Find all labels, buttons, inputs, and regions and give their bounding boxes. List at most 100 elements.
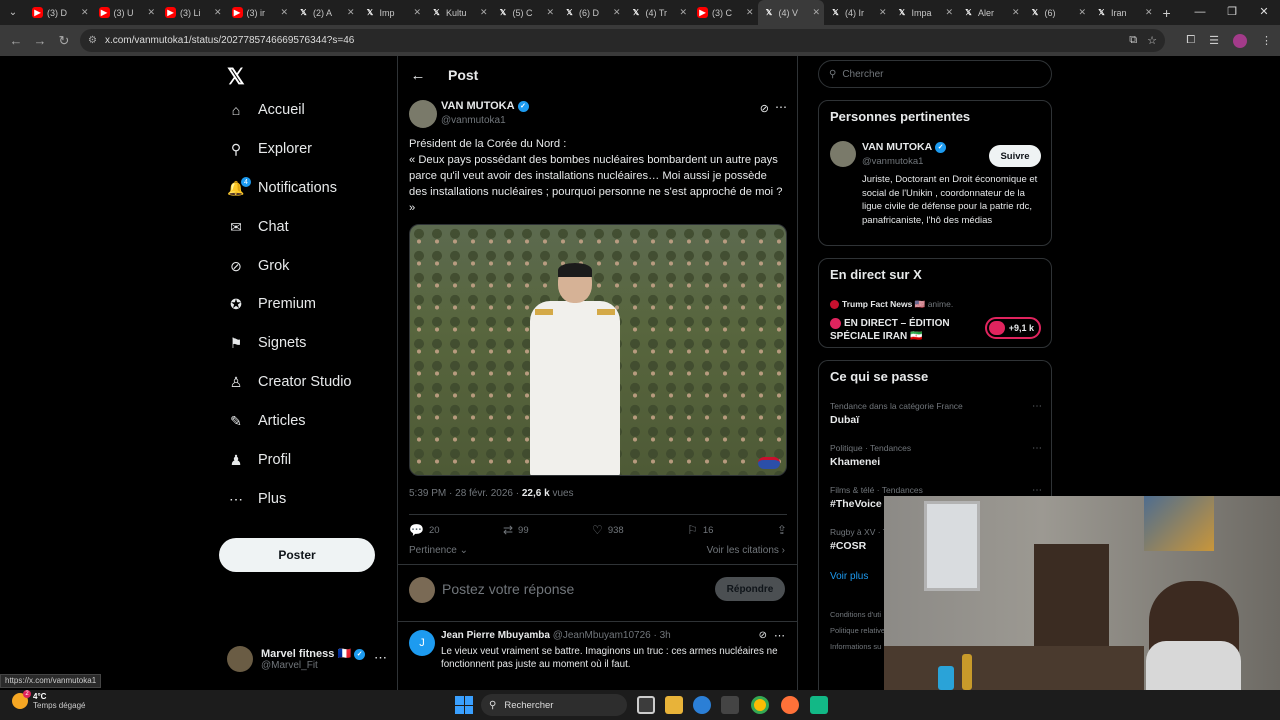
browser-tab[interactable]: ▶ (3) C ✕ [691, 0, 758, 25]
reply-submit-button[interactable]: Répondre [715, 577, 785, 601]
profile-avatar[interactable] [1233, 33, 1247, 48]
more-icon[interactable]: ⋯ [374, 650, 387, 666]
file-explorer-icon[interactable] [665, 696, 683, 714]
live-title[interactable]: EN DIRECT – ÉDITION SPÉCIALE IRAN 🇮🇷 [830, 317, 970, 343]
browser-tab[interactable]: ▶ (3) Li ✕ [159, 0, 226, 25]
bookmark-star-icon[interactable]: ☆ [1147, 34, 1157, 47]
edge-icon[interactable] [693, 696, 711, 714]
browser-tab[interactable]: 𝕏 (6) D ✕ [558, 0, 625, 25]
back-icon[interactable]: ← [4, 33, 28, 48]
x-logo-icon[interactable]: 𝕏 [227, 64, 245, 90]
more-icon[interactable]: ⋯ [1032, 401, 1042, 412]
reload-icon[interactable]: ↻ [52, 33, 76, 49]
close-tab-icon[interactable]: ✕ [147, 7, 155, 18]
tab-strip-icon[interactable]: ☰ [1209, 34, 1219, 47]
close-tab-icon[interactable]: ✕ [214, 7, 222, 18]
post-image[interactable] [409, 224, 787, 476]
sort-dropdown[interactable]: Pertinence ⌄ [409, 545, 468, 556]
account-switcher[interactable]: Marvel fitness 🇫🇷 ✓ @Marvel_Fit ⋯ [227, 642, 387, 676]
author-handle[interactable]: @vanmutoka1 [441, 115, 506, 126]
person-name[interactable]: VAN MUTOKA ✓ [862, 141, 947, 153]
footer-link[interactable]: Politique relative [830, 623, 885, 639]
bookmark-button[interactable]: ⚐ 16 [687, 523, 713, 537]
nav-item-premium[interactable]: ✪ Premium [227, 289, 316, 319]
reply-button[interactable]: 💬 20 [409, 523, 440, 537]
browser-tab[interactable]: ▶ (3) D ✕ [26, 0, 93, 25]
close-tab-icon[interactable]: ✕ [546, 7, 554, 18]
start-icon[interactable] [455, 696, 473, 714]
close-tab-icon[interactable]: ✕ [413, 7, 421, 18]
more-icon[interactable]: ⋯ [1032, 485, 1042, 496]
new-tab-button[interactable]: + [1163, 5, 1171, 21]
nav-item-profile[interactable]: ♟ Profil [227, 445, 291, 475]
close-tab-icon[interactable]: ✕ [81, 7, 89, 18]
nav-item-notifications[interactable]: 🔔 4 Notifications [227, 173, 337, 203]
restore-icon[interactable]: ❐ [1216, 0, 1248, 25]
nav-item-creator[interactable]: ♙ Creator Studio [227, 367, 352, 397]
avatar[interactable] [830, 141, 856, 167]
close-tab-icon[interactable]: ✕ [347, 7, 355, 18]
avatar[interactable] [409, 100, 437, 128]
avatar[interactable]: J [409, 630, 435, 656]
author-name[interactable]: VAN MUTOKA ✓ [441, 100, 529, 112]
close-tab-icon[interactable]: ✕ [613, 7, 621, 18]
minimize-icon[interactable]: — [1184, 0, 1216, 25]
chrome-icon[interactable] [751, 696, 769, 714]
browser-tab[interactable]: 𝕏 Kultu ✕ [425, 0, 492, 25]
url-field[interactable]: ⚙ x.com/vanmutoka1/status/20277857466695… [80, 29, 1165, 52]
share-button[interactable]: ⇪ [777, 523, 787, 537]
back-arrow-icon[interactable]: ← [400, 67, 436, 84]
browser-tab[interactable]: 𝕏 (4) Tr ✕ [625, 0, 692, 25]
search-input[interactable]: ⚲ Chercher [818, 60, 1052, 88]
task-view-icon[interactable] [637, 696, 655, 714]
grok-icon[interactable]: ⊘ [760, 102, 769, 115]
app-icon[interactable] [810, 696, 828, 714]
live-host[interactable]: Trump Fact News 🇺🇸 anime. [830, 299, 953, 310]
live-listeners-badge[interactable]: +9,1 k [985, 317, 1041, 339]
browser-tab[interactable]: 𝕏 Iran ✕ [1090, 0, 1157, 25]
like-button[interactable]: ♡ 938 [592, 523, 624, 537]
browser-tab[interactable]: 𝕏 (6) ✕ [1024, 0, 1091, 25]
follow-button[interactable]: Suivre [989, 145, 1041, 167]
footer-link[interactable]: Informations su [830, 639, 885, 655]
store-icon[interactable] [721, 696, 739, 714]
close-window-icon[interactable]: ✕ [1248, 0, 1280, 25]
trend-item[interactable]: Politique · Tendances Khamenei ⋯ [830, 443, 1042, 468]
grok-icon[interactable]: ⊘ [759, 630, 767, 641]
browser-tab[interactable]: 𝕏 (4) Ir ✕ [824, 0, 891, 25]
nav-item-articles[interactable]: ✎ Articles [227, 406, 305, 436]
browser-tab[interactable]: 𝕏 (2) A ✕ [292, 0, 359, 25]
install-app-icon[interactable]: ⧉ [1129, 34, 1137, 47]
footer-link[interactable]: Conditions d'uti [830, 607, 885, 623]
nav-item-explore[interactable]: ⚲ Explorer [227, 134, 312, 164]
view-quotes-link[interactable]: Voir les citations › [707, 545, 785, 556]
close-tab-icon[interactable]: ✕ [879, 7, 887, 18]
nav-item-grok[interactable]: ⊘ Grok [227, 251, 289, 281]
nav-item-bookmarks[interactable]: ⚑ Signets [227, 328, 307, 358]
repost-button[interactable]: ⇄ 99 [503, 523, 529, 537]
close-tab-icon[interactable]: ✕ [679, 7, 687, 18]
browser-tab[interactable]: ▶ (3) ir ✕ [226, 0, 293, 25]
weather-widget[interactable]: 2 4°C Temps dégagé [12, 690, 85, 710]
extensions-icon[interactable]: ⧠ [1186, 34, 1195, 47]
reply-input[interactable]: Postez votre réponse [442, 581, 574, 597]
more-icon[interactable]: ⋯ [1032, 443, 1042, 454]
show-more-link[interactable]: Voir plus [830, 571, 868, 582]
close-tab-icon[interactable]: ✕ [812, 7, 820, 18]
close-tab-icon[interactable]: ✕ [280, 7, 288, 18]
close-tab-icon[interactable]: ✕ [480, 7, 488, 18]
nav-item-chat[interactable]: ✉ Chat [227, 212, 289, 242]
close-tab-icon[interactable]: ✕ [945, 7, 953, 18]
close-tab-icon[interactable]: ✕ [1012, 7, 1020, 18]
nav-item-home[interactable]: ⌂ Accueil [227, 95, 305, 125]
close-tab-icon[interactable]: ✕ [1145, 7, 1153, 18]
browser-tab[interactable]: 𝕏 Aler ✕ [957, 0, 1024, 25]
browser-tab[interactable]: 𝕏 Imp ✕ [359, 0, 426, 25]
browser-tab[interactable]: 𝕏 Impa ✕ [891, 0, 958, 25]
browser-tab[interactable]: 𝕏 (5) C ✕ [492, 0, 559, 25]
browser-menu-icon[interactable]: ⋮ [1261, 34, 1272, 47]
nav-item-more[interactable]: ⋯ Plus [227, 484, 286, 514]
close-tab-icon[interactable]: ✕ [1078, 7, 1086, 18]
close-tab-icon[interactable]: ✕ [746, 7, 754, 18]
firefox-icon[interactable] [781, 696, 799, 714]
